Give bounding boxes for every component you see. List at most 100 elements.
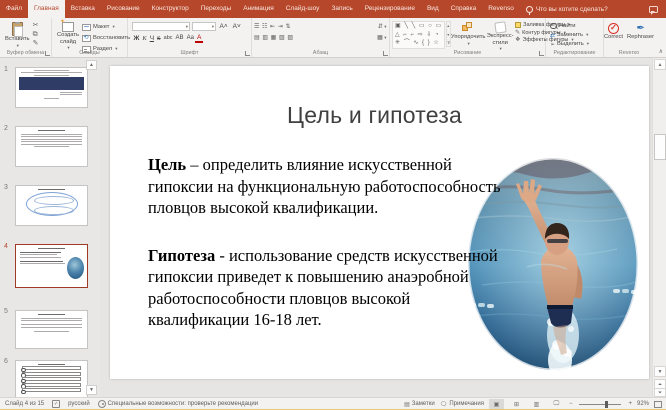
grow-font-icon[interactable]: A˄ <box>218 22 229 31</box>
paste-icon <box>12 22 23 36</box>
tab-рецензирование[interactable]: Рецензирование <box>359 0 421 18</box>
tab-переходы[interactable]: Переходы <box>195 0 238 18</box>
layout-button[interactable]: Макет <box>82 22 130 32</box>
accessibility-status[interactable]: Специальные возможности: проверьте реком… <box>98 400 258 408</box>
scroll-up-icon[interactable]: ▲ <box>654 59 666 70</box>
tab-вставка[interactable]: Вставка <box>65 0 101 18</box>
tell-me-box[interactable]: Что вы хотите сделать? <box>520 0 608 18</box>
slide-title[interactable]: Цель и гипотеза <box>110 102 639 129</box>
font-format-button-5[interactable]: АВ <box>174 34 185 43</box>
tab-рисование[interactable]: Рисование <box>101 0 146 18</box>
tab-конструктор[interactable]: Конструктор <box>146 0 195 18</box>
bullets-numbering-indent-icons[interactable]: ☰ ☷ ⇤ ⇥ ⇅ <box>254 23 291 32</box>
main-vertical-scrollbar[interactable]: ▲ ▼ ⏶ ⏷ <box>652 58 666 397</box>
next-slide-icon[interactable]: ⏷ <box>654 388 666 397</box>
text-direction-icon[interactable]: ⇵ <box>378 22 387 32</box>
alignment-icons[interactable]: ▤ ▥ ▦ ▧ ▨ <box>254 34 294 43</box>
slide-thumbnail-2[interactable]: 2 <box>0 123 100 175</box>
comment-bubble-icon: 🗨 <box>440 401 448 408</box>
language-label[interactable]: русский <box>68 401 90 407</box>
clipboard-dialog-launcher[interactable] <box>45 51 50 56</box>
comments-button[interactable]: 🗨Примечания <box>440 401 484 408</box>
format-painter-icon[interactable]: ✎ <box>33 40 39 48</box>
zoom-level[interactable]: 92% <box>637 401 649 407</box>
slide-thumbnail-4[interactable]: 4 <box>0 241 100 297</box>
replace-button[interactable]: ⇄Заменить <box>550 31 588 39</box>
tab-запись[interactable]: Запись <box>325 0 358 18</box>
font-dialog-launcher[interactable] <box>245 51 250 56</box>
zoom-slider-thumb[interactable] <box>605 401 608 408</box>
font-format-button-3[interactable]: S <box>156 34 163 43</box>
fit-to-window-icon[interactable] <box>654 401 662 408</box>
notes-button[interactable]: ▤Заметки <box>404 401 435 408</box>
reverso-rephraser-button[interactable]: ✒ Rephraser <box>627 23 654 41</box>
shape-row-2[interactable]: ✳ ⌒ ∿ { } ☆ <box>395 39 442 48</box>
font-format-button-2[interactable]: Ч <box>148 34 155 43</box>
font-size-combo[interactable] <box>192 22 216 31</box>
find-button[interactable]: Найти <box>550 22 576 30</box>
group-font: A˄ A˅ ЖКЧSabcАВАаА Шрифт <box>128 18 252 57</box>
hypothesis-paragraph: Гипотеза - использование средств искусст… <box>148 245 504 331</box>
shape-row-1[interactable]: △ ⌐ ⌐ ⇨ ⇩ ◔ <box>395 31 442 40</box>
tab-вид[interactable]: Вид <box>421 0 445 18</box>
select-button[interactable]: ➢Выделить <box>550 40 589 48</box>
tab-анимация[interactable]: Анимация <box>237 0 280 18</box>
tell-me-label: Что вы хотите сделать? <box>536 6 608 13</box>
group-slides: Создать слайд Макет Восстановить Раздел … <box>52 18 128 57</box>
normal-view-icon[interactable]: ▣ <box>489 399 504 410</box>
tab-справка[interactable]: Справка <box>445 0 483 18</box>
zoom-in-icon[interactable]: + <box>628 401 632 407</box>
columns-icon[interactable]: ▦ <box>377 33 387 43</box>
reverso-correct-button[interactable]: ✓ Correct <box>604 23 623 41</box>
new-slide-button[interactable]: Создать слайд <box>54 21 82 51</box>
shrink-font-icon[interactable]: A˅ <box>231 22 242 31</box>
font-format-button-0[interactable]: Ж <box>132 34 141 43</box>
tab-файл[interactable]: Файл <box>0 0 28 18</box>
reading-view-icon[interactable]: ▥ <box>529 399 544 410</box>
slide-thumbnail-3[interactable]: 3 <box>0 182 100 234</box>
font-format-button-4[interactable]: abc <box>162 34 174 43</box>
slide-thumbnail-1[interactable]: 1 <box>0 64 100 116</box>
font-format-button-1[interactable]: К <box>141 34 148 43</box>
font-format-button-7[interactable]: А <box>195 34 202 43</box>
reset-button[interactable]: Восстановить <box>82 33 130 43</box>
slide-body-text[interactable]: Цель – определить влияние искусственной … <box>148 154 504 331</box>
zoom-slider[interactable] <box>579 404 621 405</box>
title-bar: ФайлГлавнаяВставкаРисованиеКонструкторПе… <box>0 0 666 18</box>
copy-icon[interactable]: ⧉ <box>33 31 39 39</box>
thumbnails-scroll-down-icon[interactable]: ▼ <box>86 385 97 395</box>
thumb4-swimmer-image <box>67 257 84 279</box>
group-drawing: ▣ ╲ ╲ ▭ ○ ▭△ ⌐ ⌐ ⇨ ⇩ ◔✳ ⌒ ∿ { } ☆ ▴▾⊽ Уп… <box>390 18 546 57</box>
zoom-out-icon[interactable]: − <box>569 401 573 407</box>
thumbnails-scroll-up-icon[interactable]: ▲ <box>86 60 97 70</box>
shapes-gallery[interactable]: ▣ ╲ ╲ ▭ ○ ▭△ ⌐ ⌐ ⇨ ⇩ ◔✳ ⌒ ∿ { } ☆ <box>392 21 445 49</box>
collapse-ribbon-icon[interactable]: ∧ <box>659 48 663 55</box>
paragraph-dialog-launcher[interactable] <box>383 51 388 56</box>
lightbulb-icon <box>526 6 533 13</box>
drawing-dialog-launcher[interactable] <box>539 51 544 56</box>
current-slide[interactable]: Цель и гипотеза <box>110 66 649 379</box>
slideshow-view-icon[interactable]: 🖵 <box>549 399 564 410</box>
quick-styles-button[interactable]: Экспресс-стили <box>485 21 515 52</box>
slide-sorter-view-icon[interactable]: ⊞ <box>509 399 524 410</box>
comments-icon[interactable] <box>649 6 658 13</box>
shape-row-0[interactable]: ▣ ╲ ╲ ▭ ○ ▭ <box>395 22 442 31</box>
thumb1-navy-box <box>19 77 84 90</box>
tab-revenso[interactable]: Revenso <box>482 0 520 18</box>
correct-icon: ✓ <box>608 23 619 34</box>
layout-icon <box>82 24 91 31</box>
scroll-down-icon[interactable]: ▼ <box>654 366 666 377</box>
tab-слайд-шоу[interactable]: Слайд-шоу <box>280 0 326 18</box>
scrollbar-thumb[interactable] <box>654 134 666 160</box>
slide-counter: Слайд 4 из 15 <box>5 401 44 407</box>
tab-главная[interactable]: Главная <box>28 0 65 18</box>
slide-thumbnail-5[interactable]: 5 <box>0 306 100 358</box>
arrange-button[interactable]: Упорядочить <box>451 21 485 47</box>
paste-button[interactable]: Вставить <box>2 21 33 49</box>
cut-icon[interactable]: ✂ <box>33 22 39 30</box>
spellcheck-icon[interactable]: ✓ <box>52 400 60 408</box>
font-name-combo[interactable] <box>132 22 190 31</box>
slide-thumbnail-6[interactable]: 6 <box>0 356 100 397</box>
slide-thumbnail-pane: 1 2 3 4 <box>0 58 100 397</box>
font-format-button-6[interactable]: Аа <box>185 34 195 43</box>
